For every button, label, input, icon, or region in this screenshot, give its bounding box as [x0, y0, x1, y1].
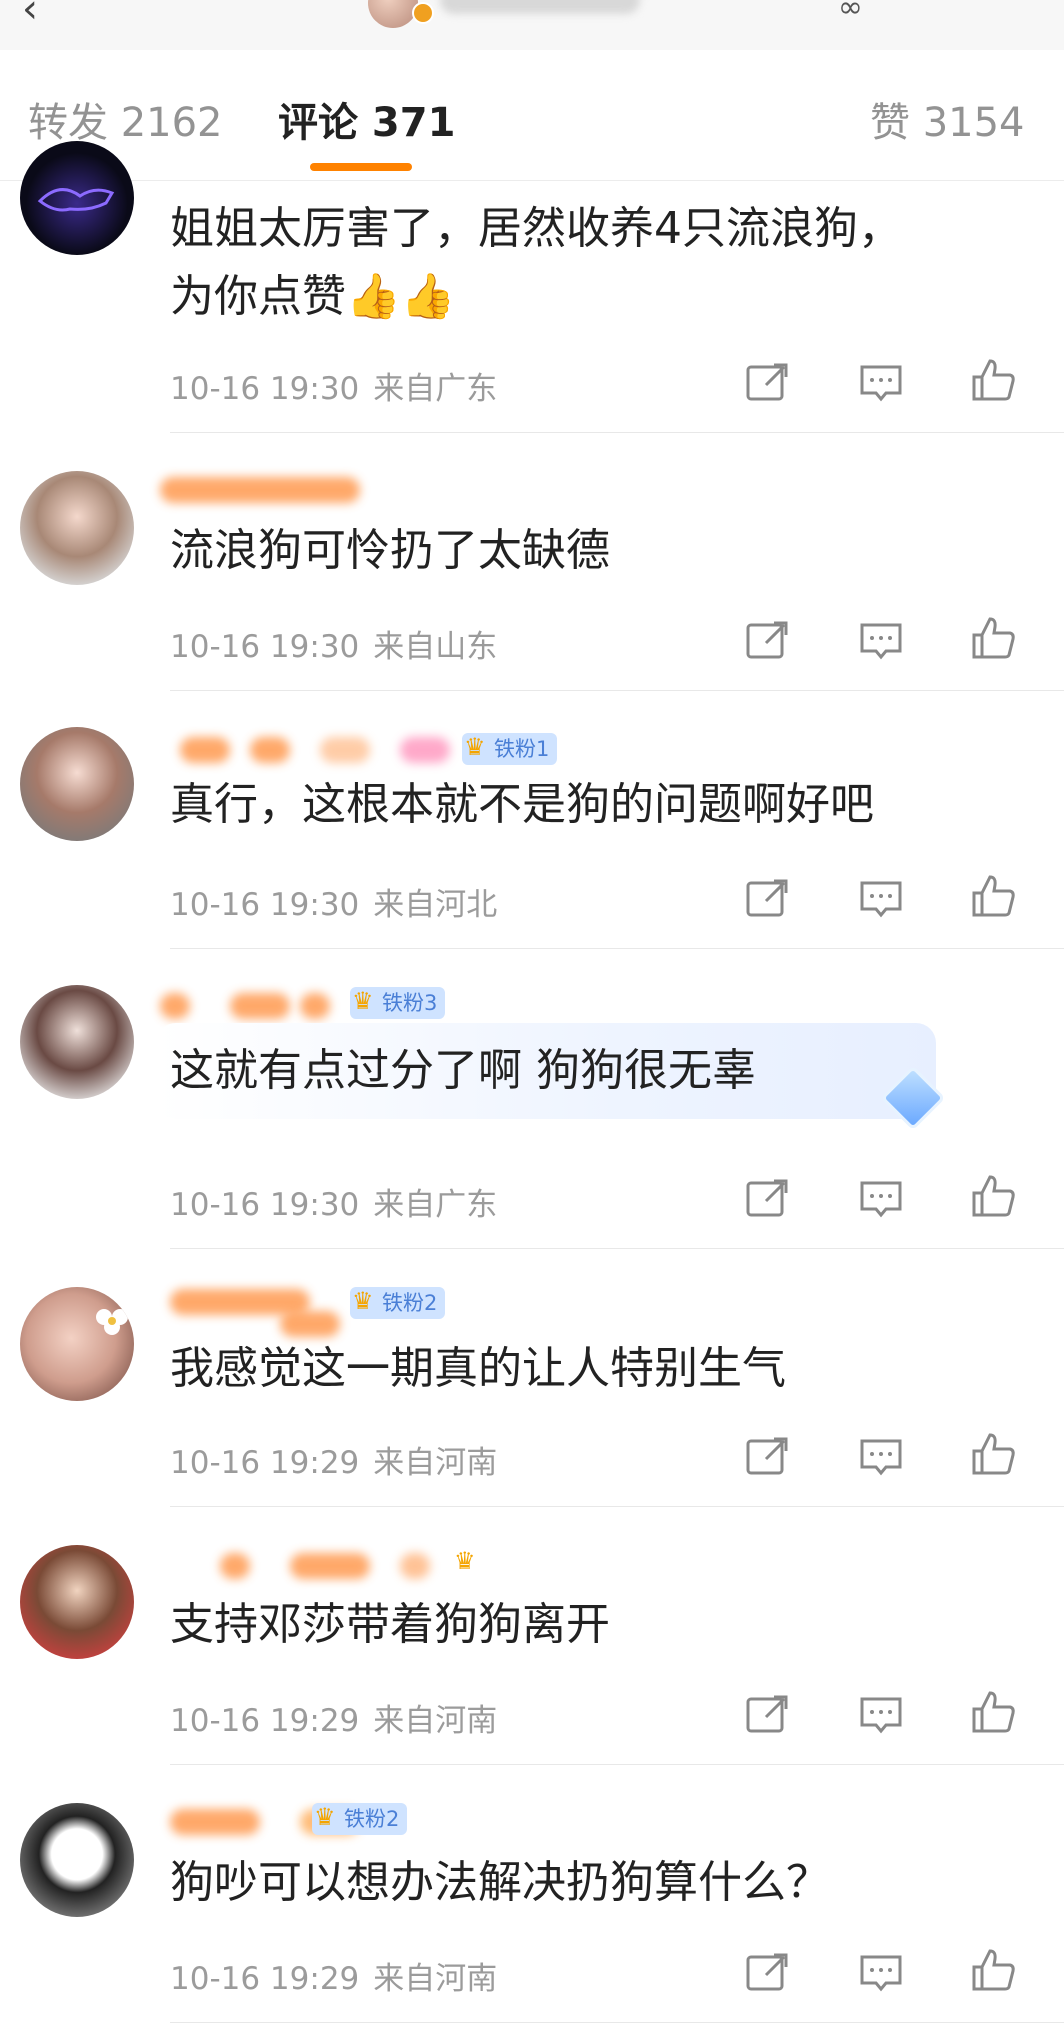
- comment-text: 姐姐太厉害了，居然收养4只流浪狗，: [170, 203, 902, 254]
- avatar[interactable]: [20, 1803, 134, 1917]
- comment-meta: 10-16 19:29 来自河南: [170, 1437, 497, 1482]
- comment-meta: 10-16 19:30 来自广东: [170, 1179, 497, 1224]
- comment-time: 10-16 19:30: [170, 371, 360, 407]
- share-comment-icon[interactable]: [744, 1691, 790, 1737]
- divider: [170, 2022, 1064, 2023]
- crown-icon: ♛: [352, 987, 374, 1015]
- comment-text: 这就有点过分了啊 狗狗很无辜: [170, 1045, 756, 1096]
- avatar[interactable]: [20, 471, 134, 585]
- active-tab-indicator: [310, 163, 412, 171]
- like-comment-icon[interactable]: [970, 1431, 1016, 1477]
- reply-comment-icon[interactable]: [858, 1691, 904, 1737]
- blurred-nickname: [160, 1549, 460, 1583]
- fan-level-text: 铁粉1: [494, 737, 550, 761]
- share-comment-icon[interactable]: [744, 1949, 790, 1995]
- comment-location: 来自广东: [373, 371, 498, 407]
- share-comment-icon[interactable]: [744, 1433, 790, 1479]
- share-comment-icon[interactable]: [744, 875, 790, 921]
- share-icon[interactable]: ∞: [838, 0, 863, 25]
- like-comment-icon[interactable]: [970, 1173, 1016, 1219]
- comment-time: 10-16 19:29: [170, 1961, 360, 1997]
- comment-time: 10-16 19:29: [170, 1445, 360, 1481]
- crown-icon: ♛: [464, 733, 486, 761]
- comment-location: 来自河南: [373, 1445, 498, 1481]
- avatar[interactable]: [20, 1545, 134, 1659]
- fan-level-badge: ♛ 铁粉3: [350, 987, 446, 1019]
- crown-icon: ♛: [314, 1803, 336, 1831]
- comment-text-line2: 为你点赞👍👍: [170, 271, 456, 322]
- poster-avatar[interactable]: [368, 0, 418, 28]
- comment-meta: 10-16 19:29 来自河南: [170, 1953, 497, 1998]
- blurred-nickname: [160, 989, 340, 1023]
- comment-text: 流浪狗可怜扔了太缺德: [170, 525, 610, 576]
- reply-comment-icon[interactable]: [858, 875, 904, 921]
- fan-level-text: 铁粉2: [344, 1807, 400, 1831]
- comment-meta: 10-16 19:30 来自广东: [170, 363, 497, 408]
- comment-text: 狗吵可以想办法解决扔狗算什么？: [170, 1857, 830, 1908]
- avatar[interactable]: [20, 985, 134, 1099]
- flower-icon: [96, 1309, 128, 1335]
- comment-location: 来自河北: [373, 887, 498, 923]
- comment-meta: 10-16 19:29 来自河南: [170, 1695, 497, 1740]
- comment-meta: 10-16 19:30 来自山东: [170, 621, 497, 666]
- share-comment-icon[interactable]: [744, 1175, 790, 1221]
- like-comment-icon[interactable]: [970, 357, 1016, 403]
- fan-level-badge: ♛ 铁粉2: [350, 1287, 446, 1319]
- like-comment-icon[interactable]: [970, 873, 1016, 919]
- reply-comment-icon[interactable]: [858, 359, 904, 405]
- avatar[interactable]: [20, 1287, 134, 1401]
- neon-cat-avatar-icon: [37, 188, 115, 212]
- reply-comment-icon[interactable]: [858, 1433, 904, 1479]
- comment-text: 我感觉这一期真的让人特别生气: [170, 1343, 786, 1394]
- crown-icon: ♛: [352, 1287, 374, 1315]
- comment-time: 10-16 19:30: [170, 629, 360, 665]
- divider: [170, 1248, 1064, 1249]
- tab-likes[interactable]: 赞 3154: [870, 90, 1025, 148]
- comment-meta: 10-16 19:30 来自河北: [170, 879, 497, 924]
- divider: [170, 1506, 1064, 1507]
- comment-location: 来自河南: [373, 1703, 498, 1739]
- reply-comment-icon[interactable]: [858, 617, 904, 663]
- top-navigation-bar: ‹ ∞: [0, 0, 1064, 51]
- comment-text: 支持邓莎带着狗狗离开: [170, 1599, 610, 1650]
- reply-comment-icon[interactable]: [858, 1175, 904, 1221]
- fan-level-badge: ♛ 铁粉2: [312, 1803, 408, 1835]
- blurred-nickname: [160, 733, 450, 767]
- comment-time: 10-16 19:29: [170, 1703, 360, 1739]
- comment-location: 来自河南: [373, 1961, 498, 1997]
- back-arrow-icon[interactable]: ‹: [22, 0, 38, 32]
- avatar[interactable]: [20, 141, 134, 255]
- tab-bar: 转发 2162 评论 371 赞 3154: [0, 50, 1064, 181]
- blurred-nickname: [160, 1285, 360, 1337]
- share-comment-icon[interactable]: [744, 359, 790, 405]
- like-comment-icon[interactable]: [970, 1689, 1016, 1735]
- tab-repost[interactable]: 转发 2162: [28, 90, 223, 148]
- comment-location: 来自广东: [373, 1187, 498, 1223]
- verified-badge-icon: [412, 2, 434, 24]
- divider: [170, 1764, 1064, 1765]
- comment-text: 真行，这根本就不是狗的问题啊好吧: [170, 779, 874, 830]
- comment-time: 10-16 19:30: [170, 887, 360, 923]
- share-comment-icon[interactable]: [744, 617, 790, 663]
- divider: [170, 432, 1064, 433]
- blurred-nickname: [160, 473, 360, 507]
- like-comment-icon[interactable]: [970, 1947, 1016, 1993]
- crown-icon: ♛: [454, 1547, 476, 1575]
- reply-comment-icon[interactable]: [858, 1949, 904, 1995]
- comment-location: 来自山东: [373, 629, 498, 665]
- fan-level-text: 铁粉2: [382, 1291, 438, 1315]
- fan-level-text: 铁粉3: [382, 991, 438, 1015]
- crown-badge: ♛: [452, 1547, 484, 1579]
- tab-comments[interactable]: 评论 371: [278, 90, 455, 148]
- avatar[interactable]: [20, 727, 134, 841]
- fan-level-badge: ♛ 铁粉1: [462, 733, 558, 765]
- like-comment-icon[interactable]: [970, 615, 1016, 661]
- comment-time: 10-16 19:30: [170, 1187, 360, 1223]
- divider: [170, 690, 1064, 691]
- blurred-poster-name: [440, 0, 640, 14]
- divider: [170, 948, 1064, 949]
